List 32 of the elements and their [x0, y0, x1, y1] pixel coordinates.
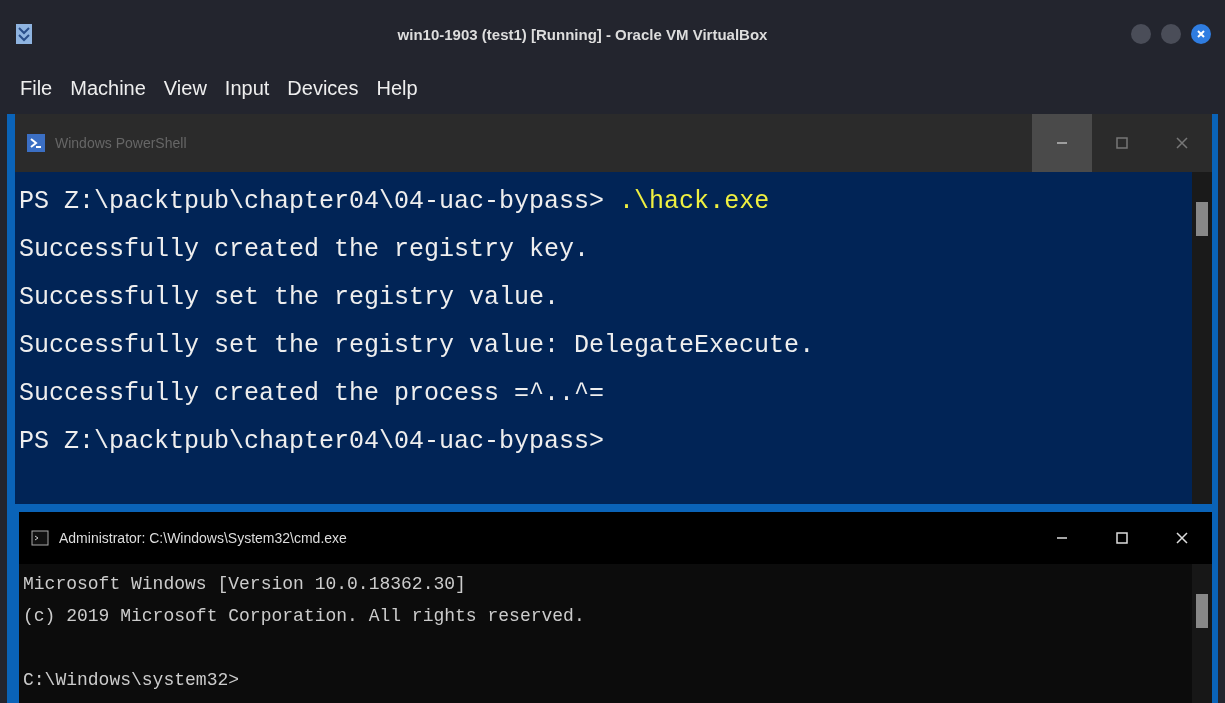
app-icon: [14, 22, 34, 46]
minimize-button[interactable]: [1131, 24, 1151, 44]
window-title: win10-1903 (test1) [Running] - Oracle VM VirtualBox: [397, 25, 768, 43]
menu-item[interactable]: Devices: [287, 76, 359, 100]
console-text: (c) 2019 Microsoft Corporation. All rights reserved.: [23, 605, 585, 628]
window-title: Administrator: C:\Windows\System32\cmd.exe: [59, 530, 347, 546]
close-button[interactable]: [1191, 24, 1211, 44]
menu-item[interactable]: View: [163, 76, 207, 100]
menu-item[interactable]: Machine: [70, 76, 146, 100]
command-text: .\hack.exe: [618, 187, 770, 216]
prompt-text: PS Z:\packtpub\chapter04\04-uac-bypass>: [19, 427, 605, 456]
close-icon: [1196, 29, 1206, 39]
close-icon: [1176, 532, 1188, 544]
output-text: Successfully set the registry value.: [19, 283, 560, 312]
console-icon: [31, 530, 49, 546]
powershell-icon: [27, 134, 45, 152]
minimize-button[interactable]: [1032, 114, 1092, 172]
maximize-icon: [1116, 532, 1128, 544]
menu-item[interactable]: Help: [376, 76, 418, 100]
close-icon: [1176, 137, 1188, 149]
output-text: Successfully created the registry key.: [19, 235, 590, 264]
maximize-icon: [1116, 137, 1128, 149]
menu-item[interactable]: File: [20, 76, 53, 100]
output-text: Successfully created the process =^..^=: [19, 379, 605, 408]
prompt-text: PS Z:\packtpub\chapter04\04-uac-bypass>: [19, 187, 605, 216]
console-text: Microsoft Windows [Version 10.0.18362.30]: [23, 573, 466, 596]
window-title: Windows PowerShell: [55, 135, 187, 151]
scrollbar[interactable]: [1192, 172, 1212, 504]
prompt-text: C:\Windows\system32>: [23, 669, 240, 692]
scrollbar[interactable]: [1192, 564, 1212, 703]
menu-item[interactable]: Input: [224, 76, 270, 100]
output-text: Successfully set the registry value: DelegateExecute.: [19, 331, 815, 360]
